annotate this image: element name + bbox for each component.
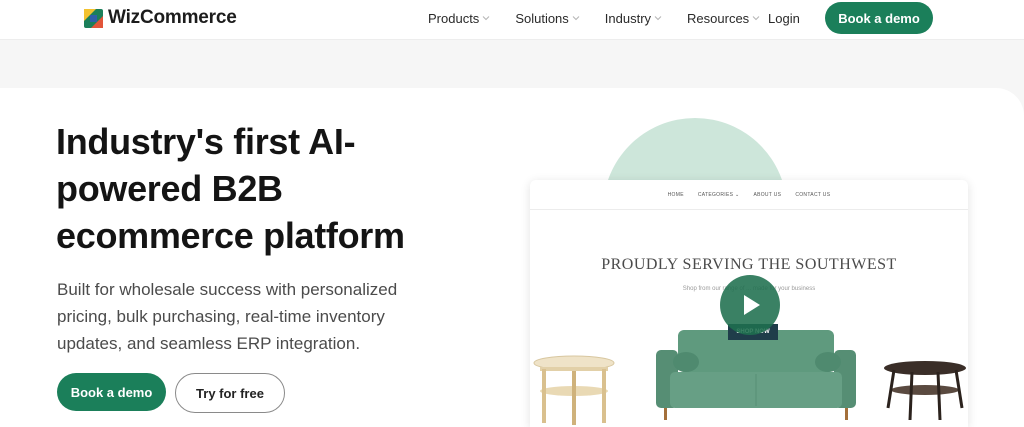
side-table-image — [533, 355, 615, 425]
chevron-down-icon — [482, 16, 490, 21]
sofa-image — [656, 330, 856, 420]
preview-nav: HOME CATEGORIES ⌄ ABOUT US CONTACT US — [530, 180, 968, 210]
preview-nav-label: CATEGORIES — [697, 191, 734, 198]
nav-label: Solutions — [515, 11, 569, 26]
hero-headline: Industry's first AI-powered B2B ecommerc… — [56, 121, 405, 256]
main-nav: Products Solutions Industry Resources — [428, 11, 785, 26]
storefront-preview: HOME CATEGORIES ⌄ ABOUT US CONTACT US PR… — [530, 180, 968, 427]
play-icon[interactable] — [720, 275, 780, 335]
nav-industry[interactable]: Industry — [605, 11, 662, 26]
brand-logo[interactable]: WizCommerce — [84, 7, 237, 29]
site-header: WizCommerce Products Solutions Industry … — [0, 0, 1024, 40]
login-link[interactable]: Login — [768, 11, 800, 26]
book-demo-header-button[interactable]: Book a demo — [825, 2, 933, 34]
preview-nav-item: HOME — [667, 191, 684, 198]
preview-nav-item: CONTACT US — [795, 191, 831, 198]
try-free-button[interactable]: Try for free — [175, 373, 285, 413]
chevron-down-icon — [752, 16, 760, 21]
nav-solutions[interactable]: Solutions — [515, 11, 580, 26]
chevron-down-icon — [572, 16, 580, 21]
nav-label: Products — [428, 11, 480, 26]
chevron-down-icon — [654, 16, 662, 21]
preview-nav-item: ABOUT US — [753, 191, 782, 198]
brand-name: WizCommerce — [108, 7, 237, 28]
hero-subtext: Built for wholesale success with persona… — [57, 280, 398, 353]
nav-label: Resources — [687, 11, 750, 26]
coffee-table-image — [884, 361, 966, 421]
nav-label: Industry — [604, 11, 652, 26]
preview-title: PROUDLY SERVING THE SOUTHWEST — [601, 256, 897, 273]
nav-products[interactable]: Products — [428, 11, 490, 26]
nav-resources[interactable]: Resources — [687, 11, 760, 26]
preview-nav-item: CATEGORIES ⌄ — [697, 191, 740, 198]
logo-mark-icon — [84, 8, 103, 28]
book-demo-button[interactable]: Book a demo — [57, 373, 166, 411]
